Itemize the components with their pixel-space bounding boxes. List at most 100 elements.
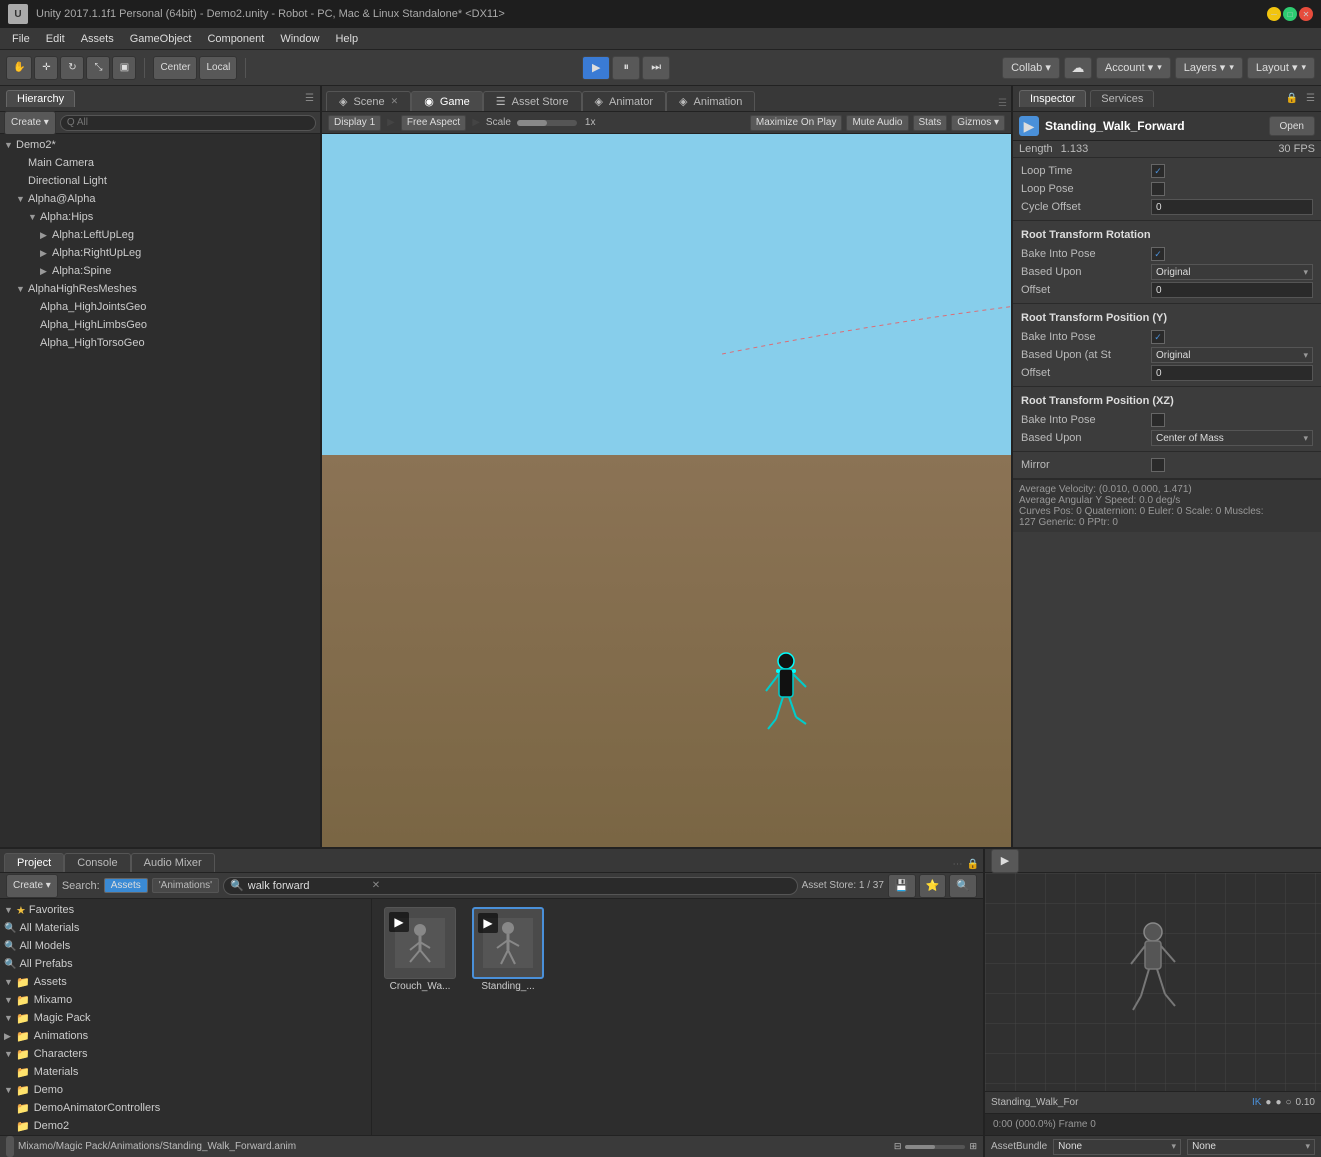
project-star-btn[interactable]: ⭐ [919,874,947,898]
hier-item-dirlight[interactable]: Directional Light [0,172,320,190]
scene-panel-menu[interactable]: ☰ [998,98,1007,109]
hier-item-maincamera[interactable]: Main Camera [0,154,320,172]
project-panel-lock[interactable]: 🔒 [967,859,979,870]
services-tab[interactable]: Services [1090,90,1154,107]
hierarchy-search[interactable] [60,115,316,131]
gizmos-button[interactable]: Gizmos ▾ [951,115,1005,131]
asset-bundle-dropdown[interactable]: None [1053,1139,1181,1155]
preview-play-button[interactable]: ▶ [991,849,1019,873]
hier-item-demo2[interactable]: ▼ Demo2* [0,136,320,154]
cycle-offset-input[interactable] [1151,199,1313,215]
open-button[interactable]: Open [1269,116,1315,136]
layers-button[interactable]: Layers ▾ [1175,57,1243,79]
zoom-slider[interactable] [905,1145,965,1149]
based-upon-pos-y-dropdown[interactable]: Original [1151,347,1313,363]
menu-component[interactable]: Component [199,33,272,45]
bake-pos-y-checkbox[interactable]: ✓ [1151,330,1165,344]
stats-button[interactable]: Stats [913,115,948,131]
loop-time-checkbox[interactable]: ✓ [1151,164,1165,178]
proj-all-models[interactable]: 🔍 All Models [0,937,371,955]
proj-demo[interactable]: ▼ 📁 Demo [0,1081,371,1099]
rotate-tool[interactable]: ↻ [60,56,84,80]
scene-tab-close[interactable]: ✕ [391,96,399,107]
minimize-button[interactable]: ─ [1267,7,1281,21]
mirror-checkbox[interactable] [1151,458,1165,472]
hier-item-torso[interactable]: Alpha_HighTorsoGeo [0,334,320,352]
proj-characters[interactable]: ▼ 📁 Characters [0,1045,371,1063]
proj-demo-anim-controllers[interactable]: 📁 DemoAnimatorControllers [0,1099,371,1117]
inspector-lock[interactable]: 🔒 [1286,93,1298,104]
account-button[interactable]: Account ▾ [1096,57,1171,79]
tab-console[interactable]: Console [64,853,130,872]
proj-demo2[interactable]: 📁 Demo2 [0,1117,371,1135]
hier-item-alpha-alpha[interactable]: ▼ Alpha@Alpha [0,190,320,208]
project-search-input[interactable] [248,880,368,892]
step-button[interactable]: ⏭ [642,56,670,80]
project-scrollbar[interactable] [6,1136,14,1157]
search-assets-tab[interactable]: Assets [104,878,148,893]
asset-bundle-variant-dropdown[interactable]: None [1187,1139,1315,1155]
display-dropdown[interactable]: Display 1 [328,115,381,131]
pause-button[interactable]: ⏸ [612,56,640,80]
bake-rot-checkbox[interactable]: ✓ [1151,247,1165,261]
hier-item-alpha-spine[interactable]: ▶ Alpha:Spine [0,262,320,280]
proj-all-prefabs[interactable]: 🔍 All Prefabs [0,955,371,973]
hier-item-alpha-meshes[interactable]: ▼ AlphaHighResMeshes [0,280,320,298]
close-button[interactable]: ✕ [1299,7,1313,21]
project-save-btn[interactable]: 💾 [888,874,916,898]
asset-standing-walk[interactable]: ▶ Standing_... [468,907,548,992]
bake-pos-xz-checkbox[interactable] [1151,413,1165,427]
proj-magic-pack[interactable]: ▼ 📁 Magic Pack [0,1009,371,1027]
asset-crouch-walk[interactable]: ▶ Crouch_Wa... [380,907,460,992]
aspect-dropdown[interactable]: Free Aspect [401,115,466,131]
offset-pos-y-input[interactable] [1151,365,1313,381]
menu-window[interactable]: Window [272,33,327,45]
based-upon-pos-xz-dropdown[interactable]: Center of Mass [1151,430,1313,446]
proj-mixamo[interactable]: ▼ 📁 Mixamo [0,991,371,1009]
maximize-button[interactable]: □ [1283,7,1297,21]
menu-gameobject[interactable]: GameObject [122,33,200,45]
rect-tool[interactable]: ▣ [112,56,136,80]
layout-button[interactable]: Layout ▾ [1247,57,1315,79]
proj-all-materials[interactable]: 🔍 All Materials [0,919,371,937]
inspector-tab[interactable]: Inspector [1019,90,1086,107]
menu-file[interactable]: File [4,33,38,45]
loop-pose-checkbox[interactable] [1151,182,1165,196]
scale-slider[interactable] [517,120,577,126]
proj-materials[interactable]: 📁 Materials [0,1063,371,1081]
hierarchy-options[interactable]: ☰ [305,93,314,104]
tab-project[interactable]: Project [4,853,64,872]
search-clear[interactable]: ✕ [372,880,380,891]
menu-edit[interactable]: Edit [38,33,73,45]
hier-item-alpha-leftupleg[interactable]: ▶ Alpha:LeftUpLeg [0,226,320,244]
tab-animation[interactable]: ◈ Animation [666,91,755,111]
menu-assets[interactable]: Assets [73,33,122,45]
tab-audio-mixer[interactable]: Audio Mixer [131,853,215,872]
space-button[interactable]: Local [199,56,237,80]
hierarchy-tab[interactable]: Hierarchy [6,90,75,107]
proj-assets[interactable]: ▼ 📁 Assets [0,973,371,991]
tab-scene[interactable]: ◈ Scene ✕ [326,91,411,111]
collab-button[interactable]: Collab ▾ [1002,57,1060,79]
pivot-button[interactable]: Center [153,56,197,80]
hier-item-joints[interactable]: Alpha_HighJointsGeo [0,298,320,316]
maximize-on-play[interactable]: Maximize On Play [750,115,843,131]
hier-item-alpha-hips[interactable]: ▼ Alpha:Hips [0,208,320,226]
cloud-button[interactable]: ☁ [1064,57,1092,79]
scale-tool[interactable]: ⤡ [86,56,110,80]
project-panel-options[interactable]: ⋯ [953,859,963,870]
mute-audio[interactable]: Mute Audio [846,115,908,131]
inspector-options[interactable]: ☰ [1306,93,1315,104]
hierarchy-create-button[interactable]: Create ▾ [4,111,56,135]
project-search-btn[interactable]: 🔍 [949,874,977,898]
search-animations-tab[interactable]: 'Animations' [152,878,219,893]
move-tool[interactable]: ✛ [34,56,58,80]
hier-item-alpha-rightupleg[interactable]: ▶ Alpha:RightUpLeg [0,244,320,262]
tab-animator[interactable]: ◈ Animator [582,91,667,111]
tab-game[interactable]: ◉ Game [411,91,483,111]
project-create-button[interactable]: Create ▾ [6,874,58,898]
tab-asset-store[interactable]: ☰ Asset Store [483,91,582,111]
proj-animations[interactable]: ▶ 📁 Animations [0,1027,371,1045]
offset-rot-input[interactable] [1151,282,1313,298]
play-button[interactable]: ▶ [582,56,610,80]
